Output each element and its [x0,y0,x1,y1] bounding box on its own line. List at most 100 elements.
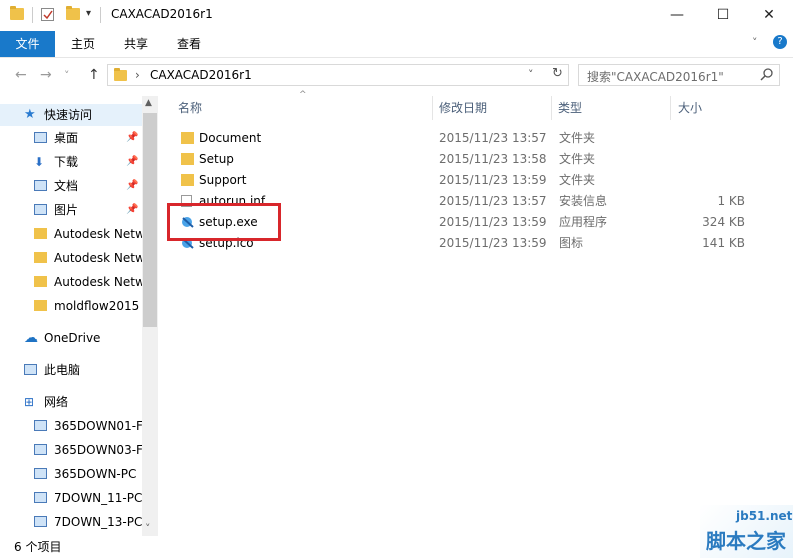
minimize-button[interactable]: — [654,0,700,31]
tab-view[interactable]: 查看 [164,31,214,57]
column-header-date[interactable]: 修改日期 [439,96,487,120]
sidebar-item[interactable]: ⊞ 网络 [0,391,142,413]
scroll-down-icon[interactable]: ˅ [145,522,151,535]
sidebar-item-label: moldflow2015 [54,299,140,313]
folder-icon [181,132,194,144]
close-button[interactable]: ✕ [746,0,792,31]
sidebar-item[interactable]: 文档 📌 [0,175,142,197]
pin-icon: 📌 [126,204,139,215]
sidebar-item-label: 快速访问 [44,108,93,122]
watermark-brand: 脚本之家 [706,529,786,553]
column-header-size[interactable]: 大小 [678,96,702,120]
customize-toolbar-icon[interactable]: ▾ [86,8,91,19]
sidebar-item[interactable]: 图片 📌 [0,199,142,221]
path-segment[interactable]: CAXACAD2016r1 [150,68,252,82]
properties-icon[interactable] [41,8,54,21]
tab-home[interactable]: 主页 [58,31,108,57]
watermark-site: jb51.net [736,509,793,523]
path-separator[interactable]: › [135,68,140,82]
window-title: CAXACAD2016r1 [111,7,213,21]
file-date: 2015/11/23 13:59 [439,236,547,250]
sidebar-item[interactable]: 365DOWN-PC [0,463,142,485]
file-row[interactable]: Setup 2015/11/23 13:58 文件夹 [170,149,760,170]
divider [32,7,33,23]
file-row[interactable]: Support 2015/11/23 13:59 文件夹 [170,170,760,191]
file-date: 2015/11/23 13:57 [439,194,547,208]
file-date: 2015/11/23 13:57 [439,131,547,145]
file-size: 324 KB [702,215,745,229]
file-date: 2015/11/23 13:59 [439,215,547,229]
sidebar-item-label: 7DOWN_13-PC [54,515,142,529]
sidebar-item-label: 365DOWN03-F [54,443,142,457]
navigation-pane: ★ 快速访问 桌面 📌 ⬇ 下载 📌 文档 📌 图片 📌 Autodesk Netw Autodesk … [0,96,158,536]
column-divider[interactable] [670,96,671,120]
sidebar-item[interactable]: Autodesk Netw [0,223,142,245]
file-date: 2015/11/23 13:59 [439,173,547,187]
sidebar-item[interactable]: Autodesk Netw [0,247,142,269]
sidebar-item[interactable]: 365DOWN03-F [0,439,142,461]
computer-icon [34,516,47,527]
watermark-logo: jb51.net 脚本之家 [700,505,793,558]
file-type: 文件夹 [559,131,596,145]
sidebar-item[interactable]: ☁ OneDrive [0,327,142,349]
sidebar-scrollbar-thumb[interactable] [143,113,157,327]
folder-icon [10,6,24,20]
computer-icon [34,444,47,455]
column-divider[interactable] [551,96,552,120]
file-type: 文件夹 [559,173,596,187]
address-bar[interactable]: › CAXACAD2016r1 ˅ ↻ [107,64,569,86]
tab-share[interactable]: 共享 [111,31,161,57]
expand-ribbon-icon[interactable]: ˅ [752,36,758,49]
status-item-count: 6 个项目 [14,540,62,554]
file-name: Document [199,131,262,145]
picture-icon [34,204,47,215]
star-icon: ★ [24,107,36,122]
sidebar-item[interactable]: 此电脑 [0,359,142,381]
column-divider[interactable] [432,96,433,120]
sidebar-item[interactable]: 365DOWN01-F [0,415,142,437]
sidebar-item-label: 图片 [54,203,79,217]
sidebar-item-label: 7DOWN_11-PC [54,491,142,505]
file-type: 应用程序 [559,215,608,229]
sidebar-item-label: 365DOWN01-F [54,419,142,433]
sidebar-item[interactable]: 桌面 📌 [0,127,142,149]
desktop-icon [34,132,47,143]
address-dropdown-button[interactable]: ˅ [528,68,534,81]
back-button[interactable]: ← [15,67,27,83]
maximize-button[interactable]: ☐ [700,0,746,31]
highlight-box [167,203,281,241]
column-header-name[interactable]: 名称 [178,96,202,120]
sidebar-item-label: Autodesk Netw [54,227,142,241]
scroll-up-icon[interactable]: ▲ [145,98,152,108]
sidebar-item[interactable]: 7DOWN_13-PC [0,511,142,533]
search-icon[interactable] [760,67,774,84]
sidebar-item[interactable]: ★ 快速访问 [0,104,142,126]
file-type: 安装信息 [559,194,608,208]
sidebar-item[interactable]: 7DOWN_11-PC [0,487,142,509]
computer-icon [24,364,37,375]
search-box[interactable]: 搜索"CAXACAD2016r1" [578,64,780,86]
sidebar-item[interactable]: ⬇ 下载 📌 [0,151,142,173]
sidebar-item[interactable]: moldflow2015 [0,295,142,317]
sidebar-item[interactable]: Autodesk Netw [0,271,142,293]
column-header-type[interactable]: 类型 [558,96,582,120]
forward-button[interactable]: → [40,67,52,83]
pin-icon: 📌 [126,180,139,191]
file-row[interactable]: Document 2015/11/23 13:57 文件夹 [170,128,760,149]
new-folder-icon[interactable] [66,6,80,20]
file-date: 2015/11/23 13:58 [439,152,547,166]
recent-locations-button[interactable]: ˅ [64,69,70,82]
folder-icon [34,228,47,239]
sidebar-item-label: 网络 [44,395,69,409]
sidebar-item-label: 下载 [54,155,79,169]
computer-icon [34,492,47,503]
download-icon: ⬇ [34,155,45,169]
divider [100,7,101,23]
folder-icon [34,252,47,263]
up-button[interactable]: ↑ [88,67,100,83]
help-icon[interactable]: ? [773,35,787,49]
search-input[interactable]: 搜索"CAXACAD2016r1" [587,68,724,85]
refresh-button[interactable]: ↻ [552,66,563,81]
tab-file[interactable]: 文件 [0,31,55,57]
sidebar-item-label: 365DOWN-PC [54,467,137,481]
